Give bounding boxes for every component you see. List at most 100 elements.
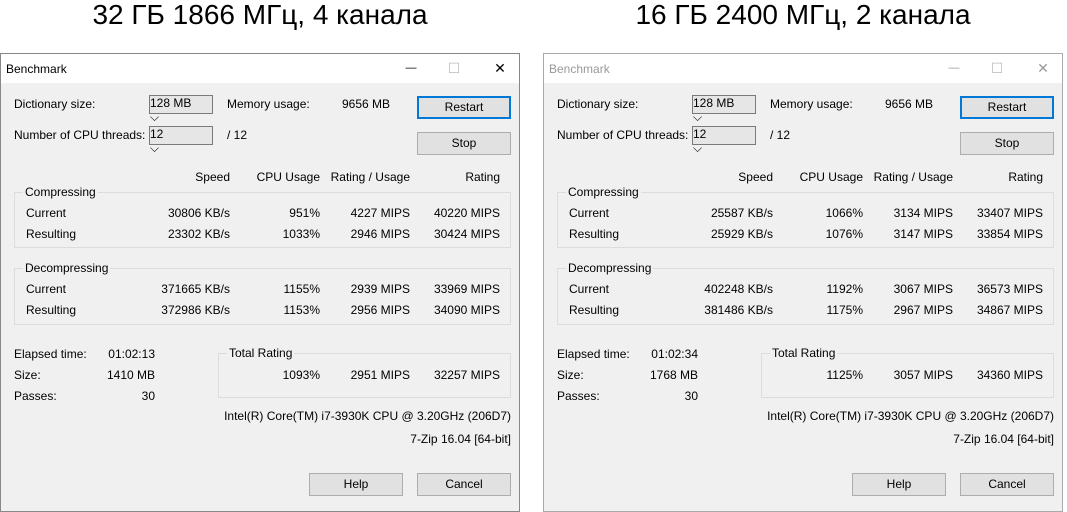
rating-value: 34090 MIPS	[433, 303, 500, 317]
total-rating-label: Total Rating	[770, 346, 838, 360]
benchmark-window: Benchmark — ☐ ✕ Dictionary size: 128 MB ⌵ Memor…	[0, 53, 520, 512]
total-rating: 34360 MIPS	[976, 368, 1043, 382]
passes-label: Passes:	[14, 389, 57, 403]
dictionary-size-select[interactable]: 128 MB ⌵	[692, 95, 756, 124]
cpu-threads-label: Number of CPU threads:	[557, 128, 689, 142]
dictionary-size-label: Dictionary size:	[14, 97, 96, 111]
dictionary-size-label: Dictionary size:	[557, 97, 639, 111]
elapsed-time-label: Elapsed time:	[14, 347, 87, 361]
row-label: Resulting	[26, 303, 77, 317]
cpu-usage-value: 1033%	[282, 227, 320, 241]
restart-button[interactable]: Restart	[960, 96, 1054, 119]
passes-label: Passes:	[557, 389, 600, 403]
speed-value: 30806 KB/s	[167, 206, 230, 220]
restart-button[interactable]: Restart	[417, 96, 511, 119]
stop-button[interactable]: Stop	[417, 132, 511, 155]
dictionary-size-select[interactable]: 128 MB ⌵	[149, 95, 213, 124]
row-label: Resulting	[569, 303, 620, 317]
total-rating-usage: 2951 MIPS	[350, 368, 410, 382]
passes-value: 30	[141, 389, 155, 403]
row-label: Current	[26, 206, 67, 220]
rating-value: 30424 MIPS	[433, 227, 500, 241]
total-rating-usage: 3057 MIPS	[893, 368, 953, 382]
speed-value: 23302 KB/s	[167, 227, 230, 241]
panel-caption: 32 ГБ 1866 МГц, 4 канала	[92, 0, 428, 30]
rating-usage-value: 2939 MIPS	[350, 282, 410, 296]
rating-value: 40220 MIPS	[433, 206, 500, 220]
cpu-threads-select[interactable]: 12 ⌵	[149, 126, 213, 155]
cpu-threads-value: 12	[693, 127, 707, 141]
close-icon[interactable]: ✕	[1028, 60, 1058, 78]
row-label: Current	[569, 206, 610, 220]
compressing-label: Compressing	[566, 185, 641, 199]
rating-usage-value: 4227 MIPS	[350, 206, 410, 220]
cancel-button[interactable]: Cancel	[960, 473, 1054, 496]
cancel-button[interactable]: Cancel	[417, 473, 511, 496]
chevron-down-icon: ⌵	[150, 141, 160, 155]
cpu-usage-value: 951%	[289, 206, 320, 220]
speed-value: 25587 KB/s	[710, 206, 773, 220]
speed-value: 381486 KB/s	[704, 303, 773, 317]
chevron-down-icon: ⌵	[150, 110, 160, 124]
minimize-icon[interactable]: —	[939, 60, 969, 78]
cpu-usage-value: 1076%	[825, 227, 863, 241]
cpu-usage-value: 1153%	[283, 303, 320, 317]
chevron-down-icon: ⌵	[693, 110, 703, 124]
cpu-threads-select[interactable]: 12 ⌵	[692, 126, 756, 155]
help-button[interactable]: Help	[852, 473, 946, 496]
header-rating: Rating	[1008, 170, 1043, 184]
row-label: Resulting	[26, 227, 77, 241]
speed-value: 402248 KB/s	[704, 282, 773, 296]
dictionary-size-value: 128 MB	[150, 96, 192, 110]
memory-usage-value: 9656 MB	[884, 97, 933, 111]
maximize-icon[interactable]: ☐	[982, 60, 1012, 78]
cpu-usage-value: 1066%	[825, 206, 863, 220]
rating-value: 33969 MIPS	[433, 282, 500, 296]
cpu-info: Intel(R) Core(TM) i7-3930K CPU @ 3.20GHz…	[224, 409, 511, 423]
maximize-icon[interactable]: ☐	[439, 60, 469, 78]
window-title: Benchmark	[549, 62, 610, 76]
size-label: Size:	[557, 368, 584, 382]
rating-value: 33407 MIPS	[976, 206, 1043, 220]
rating-value: 36573 MIPS	[976, 282, 1043, 296]
header-cpu-usage: CPU Usage	[256, 170, 320, 184]
cpu-threads-max: / 12	[770, 128, 791, 142]
minimize-icon[interactable]: —	[396, 60, 426, 78]
header-speed: Speed	[738, 170, 773, 184]
decompressing-label: Decompressing	[566, 261, 654, 275]
header-rating-usage: Rating / Usage	[330, 170, 410, 184]
help-button[interactable]: Help	[309, 473, 403, 496]
rating-usage-value: 2967 MIPS	[893, 303, 953, 317]
window-title: Benchmark	[6, 62, 67, 76]
passes-value: 30	[684, 389, 698, 403]
cpu-usage-value: 1155%	[283, 282, 320, 296]
benchmark-window: Benchmark — ☐ ✕ Dictionary size: 128 MB ⌵ Memor…	[543, 53, 1063, 512]
cpu-info: Intel(R) Core(TM) i7-3930K CPU @ 3.20GHz…	[767, 409, 1054, 423]
header-rating: Rating	[465, 170, 500, 184]
speed-value: 25929 KB/s	[710, 227, 773, 241]
size-label: Size:	[14, 368, 41, 382]
size-value: 1410 MB	[106, 368, 155, 382]
rating-usage-value: 3134 MIPS	[893, 206, 953, 220]
title-bar: Benchmark — ☐ ✕	[544, 54, 1062, 83]
memory-usage-label: Memory usage:	[227, 97, 310, 111]
cpu-threads-value: 12	[150, 127, 164, 141]
cpu-usage-value: 1192%	[826, 282, 863, 296]
stop-button[interactable]: Stop	[960, 132, 1054, 155]
version-info: 7-Zip 16.04 [64-bit]	[410, 432, 511, 446]
cpu-usage-value: 1175%	[826, 303, 863, 317]
header-cpu-usage: CPU Usage	[799, 170, 863, 184]
rating-value: 34867 MIPS	[976, 303, 1043, 317]
dictionary-size-value: 128 MB	[693, 96, 735, 110]
speed-value: 371665 KB/s	[161, 282, 230, 296]
header-speed: Speed	[195, 170, 230, 184]
close-icon[interactable]: ✕	[485, 60, 515, 78]
header-rating-usage: Rating / Usage	[873, 170, 953, 184]
rating-usage-value: 2946 MIPS	[350, 227, 410, 241]
elapsed-time-label: Elapsed time:	[557, 347, 630, 361]
rating-usage-value: 3067 MIPS	[893, 282, 953, 296]
version-info: 7-Zip 16.04 [64-bit]	[953, 432, 1054, 446]
row-label: Resulting	[569, 227, 620, 241]
decompressing-label: Decompressing	[23, 261, 111, 275]
rating-usage-value: 2956 MIPS	[350, 303, 410, 317]
